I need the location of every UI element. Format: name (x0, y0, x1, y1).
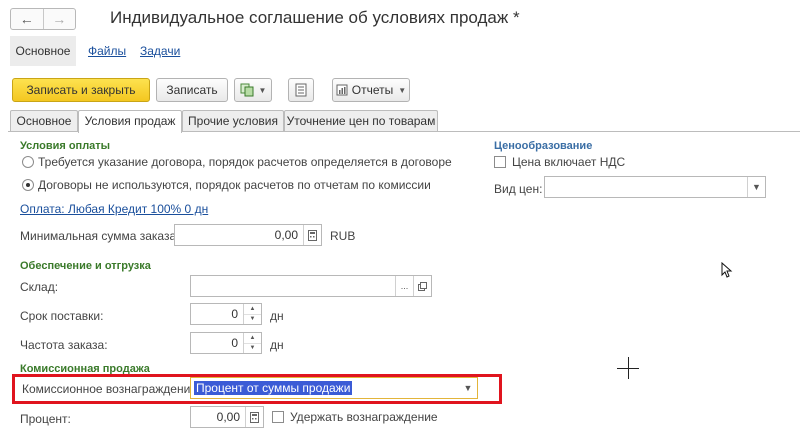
delivery-term-label: Срок поставки: (20, 309, 104, 323)
vat-included-label[interactable]: Цена включает НДС (512, 155, 625, 169)
percent-value: 0,00 (216, 410, 240, 424)
reports-button[interactable]: Отчеты ▼ (332, 78, 410, 102)
order-frequency-unit: дн (270, 338, 284, 352)
chevron-down-icon[interactable]: ▼ (459, 378, 477, 398)
payment-group-title: Условия оплаты (20, 140, 111, 152)
save-and-close-button[interactable]: Записать и закрыть (12, 78, 150, 102)
payment-option-reports-radio[interactable] (22, 179, 34, 191)
withhold-reward-label[interactable]: Удержать вознаграждение (290, 410, 438, 424)
price-type-label: Вид цен: (494, 182, 543, 196)
section-tasks[interactable]: Задачи (140, 36, 180, 66)
calculator-icon[interactable] (245, 407, 263, 427)
forward-button[interactable]: → (42, 9, 76, 29)
reports-label: Отчеты (351, 83, 394, 97)
tab-price-refinement[interactable]: Уточнение цен по товарам (284, 110, 438, 132)
save-button[interactable]: Записать (156, 78, 228, 102)
history-nav: ← → (10, 8, 76, 30)
warehouse-field[interactable]: ... (190, 275, 432, 297)
currency-label: RUB (330, 229, 356, 243)
ellipsis-icon[interactable]: ... (395, 276, 413, 296)
mouse-pointer-icon (721, 262, 733, 278)
spin-up-icon[interactable]: ▲ (244, 304, 261, 314)
commission-reward-value-wrap: Процент от суммы продажи (191, 378, 459, 398)
tab-other-conditions[interactable]: Прочие условия (182, 110, 284, 132)
price-type-value (545, 177, 747, 197)
spin-down-icon[interactable]: ▼ (244, 342, 261, 354)
min-order-value: 0,00 (274, 228, 298, 242)
open-icon[interactable] (413, 276, 431, 296)
percent-field[interactable]: 0,00 (190, 406, 264, 428)
tab-main[interactable]: Основное (10, 110, 78, 132)
warehouse-value (191, 276, 395, 296)
print-list-button[interactable] (288, 78, 314, 102)
order-frequency-field[interactable]: 0 ▲ ▼ (190, 332, 262, 354)
crosshair-icon-vertical (628, 357, 629, 379)
percent-label: Процент: (20, 412, 71, 426)
payment-option-contract-label[interactable]: Требуется указание договора, порядок рас… (38, 155, 452, 169)
pricing-group-title: Ценообразование (494, 140, 593, 152)
commission-reward-value: Процент от суммы продажи (194, 381, 353, 395)
tab-sales-conditions[interactable]: Условия продаж (78, 110, 182, 133)
payment-terms-link[interactable]: Оплата: Любая Кредит 100% 0 дн (20, 202, 208, 216)
warehouse-label: Склад: (20, 280, 59, 294)
section-files[interactable]: Файлы (88, 36, 126, 66)
min-order-label: Минимальная сумма заказа: (20, 229, 180, 243)
delivery-term-unit: дн (270, 309, 284, 323)
reports-icon (336, 84, 348, 96)
order-frequency-label: Частота заказа: (20, 338, 108, 352)
chevron-down-icon[interactable]: ▼ (747, 177, 765, 197)
delivery-term-stepper[interactable]: ▲ ▼ (243, 304, 261, 324)
price-type-select[interactable]: ▼ (544, 176, 766, 198)
dropdown-caret-icon: ▼ (398, 85, 407, 95)
calculator-icon[interactable] (303, 225, 321, 245)
arrow-left-icon: ← (19, 11, 34, 27)
spin-down-icon[interactable]: ▼ (244, 313, 261, 325)
commission-reward-select[interactable]: Процент от суммы продажи ▼ (190, 377, 478, 399)
withhold-reward-checkbox[interactable] (272, 411, 284, 423)
shipping-group-title: Обеспечение и отгрузка (20, 260, 151, 272)
payment-option-reports-label[interactable]: Договоры не используются, порядок расчет… (38, 178, 431, 192)
window-title: Индивидуальное соглашение об условиях пр… (110, 8, 520, 27)
min-order-field[interactable]: 0,00 (174, 224, 322, 246)
vat-included-checkbox[interactable] (494, 156, 506, 168)
document-icon (295, 83, 307, 97)
back-button[interactable]: ← (11, 9, 43, 29)
payment-option-contract-radio[interactable] (22, 156, 34, 168)
dropdown-caret-icon: ▼ (258, 85, 267, 95)
order-frequency-value: 0 (231, 336, 238, 350)
spin-up-icon[interactable]: ▲ (244, 333, 261, 343)
commission-reward-label: Комиссионное вознаграждение: (22, 382, 201, 396)
order-frequency-stepper[interactable]: ▲ ▼ (243, 333, 261, 353)
section-main[interactable]: Основное (10, 36, 76, 66)
create-based-on-icon (240, 83, 254, 97)
delivery-term-value: 0 (231, 307, 238, 321)
create-based-on-button[interactable]: ▼ (234, 78, 272, 102)
delivery-term-field[interactable]: 0 ▲ ▼ (190, 303, 262, 325)
arrow-right-icon: → (52, 11, 67, 27)
